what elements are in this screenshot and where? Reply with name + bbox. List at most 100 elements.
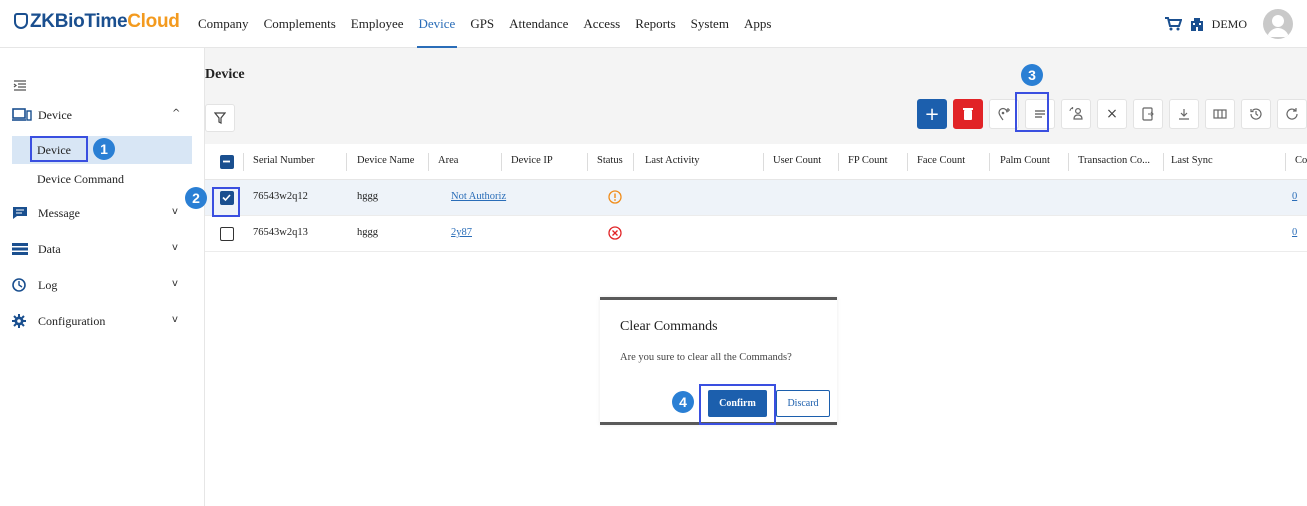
nav-access[interactable]: Access xyxy=(583,0,628,48)
refresh-icon xyxy=(1286,108,1298,120)
co-link[interactable]: 0 xyxy=(1292,227,1297,238)
column-area[interactable]: Area xyxy=(438,155,458,166)
logo[interactable]: ZKBioTimeCloud xyxy=(14,11,180,33)
column-status[interactable]: Status xyxy=(597,155,623,166)
delete-button[interactable] xyxy=(953,99,983,129)
select-all-checkbox[interactable] xyxy=(220,155,234,169)
cart-icon[interactable] xyxy=(1164,17,1182,31)
column-device-name[interactable]: Device Name xyxy=(357,155,414,166)
sidebar-group-log[interactable]: Log v xyxy=(0,270,205,300)
sidebar-group-label: Configuration xyxy=(38,313,106,328)
column-divider xyxy=(428,153,429,171)
sidebar-item-device-command[interactable]: Device Command xyxy=(12,166,192,192)
nav-attendance[interactable]: Attendance xyxy=(509,0,576,48)
nav-reports[interactable]: Reports xyxy=(635,0,683,48)
column-divider xyxy=(346,153,347,171)
dialog-title: Clear Commands xyxy=(620,319,718,334)
sidebar-group-label: Log xyxy=(38,277,58,292)
highlight-box xyxy=(1015,92,1049,132)
column-divider xyxy=(1163,153,1164,171)
area-link[interactable]: 2y87 xyxy=(451,227,472,238)
table-row[interactable]: 76543w2q13 hggg 2y87 0 xyxy=(205,216,1307,252)
user-area: DEMO xyxy=(1164,8,1293,40)
chevron-down-icon: v xyxy=(172,242,178,253)
trash-icon xyxy=(963,108,973,120)
column-divider xyxy=(907,153,908,171)
sidebar-group-configuration[interactable]: Configuration v xyxy=(0,306,205,336)
sidebar-group-label: Message xyxy=(38,205,80,220)
table-header: Serial Number Device Name Area Device IP… xyxy=(205,144,1307,180)
columns-icon xyxy=(1213,109,1227,119)
sidebar-group-label: Data xyxy=(38,241,61,256)
column-face-count[interactable]: Face Count xyxy=(917,155,965,166)
dialog-message: Are you sure to clear all the Commands? xyxy=(620,352,792,363)
sync-users-icon xyxy=(1069,107,1083,120)
column-last-activity[interactable]: Last Activity xyxy=(645,155,700,166)
toolbar: + × xyxy=(917,99,1307,129)
columns-button[interactable] xyxy=(1205,99,1235,129)
nav-apps[interactable]: Apps xyxy=(744,0,779,48)
sidebar-group-data[interactable]: Data v xyxy=(0,234,205,264)
table-row[interactable]: 76543w2q12 hggg Not Authoriz 0 xyxy=(205,180,1307,216)
highlight-box xyxy=(30,136,88,162)
gear-icon xyxy=(12,313,32,329)
sidebar-group-device[interactable]: Device ^ xyxy=(0,100,205,130)
download-button[interactable] xyxy=(1169,99,1199,129)
highlight-box xyxy=(212,187,240,217)
cancel-button[interactable]: × xyxy=(1097,99,1127,129)
highlight-box xyxy=(699,384,776,425)
history-icon xyxy=(1250,108,1262,120)
column-divider xyxy=(1068,153,1069,171)
row-checkbox[interactable] xyxy=(220,227,234,241)
avatar[interactable] xyxy=(1263,9,1293,39)
device-transfer-button[interactable] xyxy=(1133,99,1163,129)
nav-employee[interactable]: Employee xyxy=(351,0,412,48)
chevron-down-icon: v xyxy=(172,314,178,325)
column-user-count[interactable]: User Count xyxy=(773,155,821,166)
nav-company[interactable]: Company xyxy=(198,0,257,48)
nav-gps[interactable]: GPS xyxy=(470,0,502,48)
column-co[interactable]: Co xyxy=(1295,155,1307,166)
chevron-down-icon: v xyxy=(172,206,178,217)
shield-icon xyxy=(14,13,28,29)
column-last-sync[interactable]: Last Sync xyxy=(1171,155,1213,166)
column-divider xyxy=(587,153,588,171)
sidebar-group-message[interactable]: Message v xyxy=(0,198,205,228)
sync-users-button[interactable] xyxy=(1061,99,1091,129)
sidebar-group-label: Device xyxy=(38,107,72,122)
nav-complements[interactable]: Complements xyxy=(264,0,344,48)
device-icon xyxy=(12,107,32,123)
column-divider xyxy=(838,153,839,171)
co-link[interactable]: 0 xyxy=(1292,191,1297,202)
warning-icon xyxy=(608,190,622,207)
area-link[interactable]: Not Authoriz xyxy=(451,191,506,202)
filter-button[interactable] xyxy=(205,104,235,132)
sidebar: Device ^ Device Device Command Message v… xyxy=(0,48,205,506)
main-content: Device + × Serial Number Device Name Are… xyxy=(205,48,1307,506)
error-icon xyxy=(608,226,622,243)
location-plus-icon xyxy=(998,107,1010,121)
data-icon xyxy=(12,241,32,257)
serial-number-cell: 76543w2q12 xyxy=(253,191,308,202)
column-serial-number[interactable]: Serial Number xyxy=(253,155,315,166)
menu-collapse-icon[interactable] xyxy=(13,80,27,96)
nav-device[interactable]: Device xyxy=(416,0,464,48)
refresh-button[interactable] xyxy=(1277,99,1307,129)
main-menu: Company Complements Employee Device GPS … xyxy=(198,0,786,48)
company-name[interactable]: DEMO xyxy=(1212,17,1247,32)
add-button[interactable]: + xyxy=(917,99,947,129)
history-button[interactable] xyxy=(1241,99,1271,129)
column-divider xyxy=(763,153,764,171)
column-palm-count[interactable]: Palm Count xyxy=(1000,155,1050,166)
chevron-up-icon: ^ xyxy=(172,108,181,119)
device-name-cell: hggg xyxy=(357,191,378,202)
company-icon xyxy=(1190,17,1204,31)
column-transaction-count[interactable]: Transaction Co... xyxy=(1078,155,1150,166)
column-divider xyxy=(501,153,502,171)
message-icon xyxy=(12,205,32,221)
column-divider xyxy=(989,153,990,171)
discard-button[interactable]: Discard xyxy=(776,390,830,417)
column-device-ip[interactable]: Device IP xyxy=(511,155,553,166)
nav-system[interactable]: System xyxy=(691,0,737,48)
column-fp-count[interactable]: FP Count xyxy=(848,155,888,166)
